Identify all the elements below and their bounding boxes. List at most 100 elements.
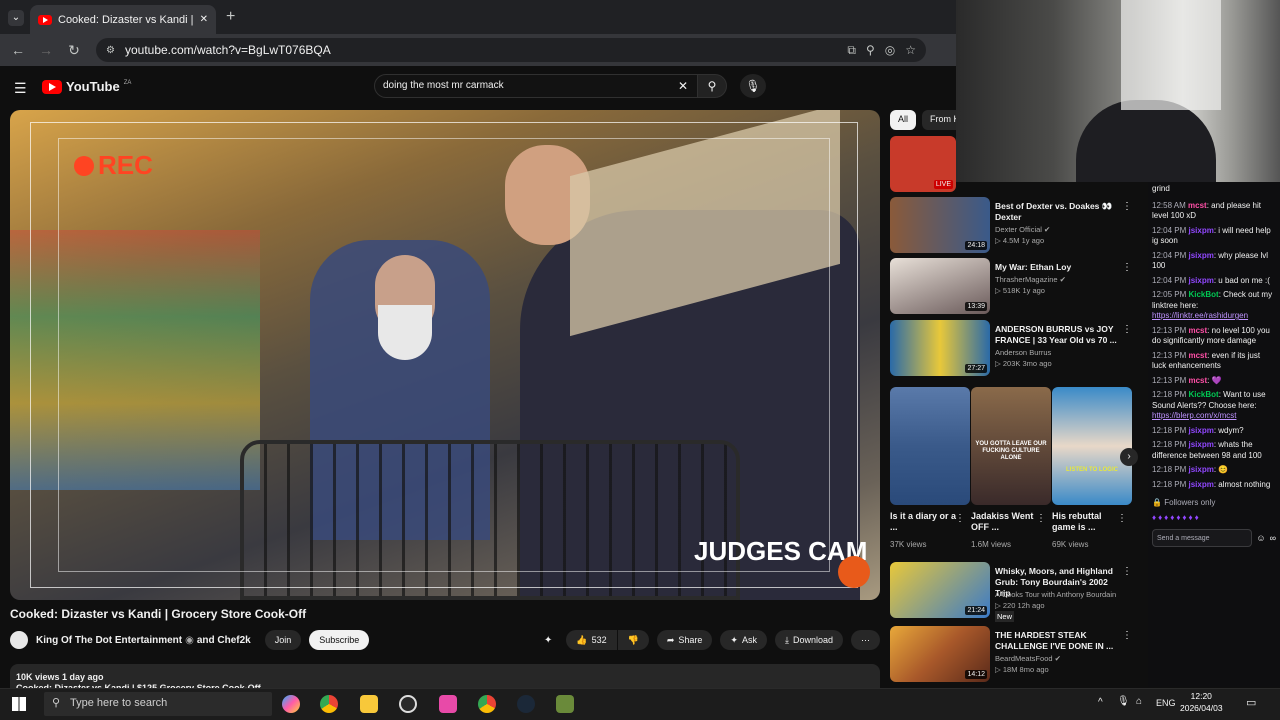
more-options-icon[interactable]: ⋮	[955, 513, 965, 524]
eye-off-icon[interactable]: ◎	[885, 43, 895, 57]
forward-icon[interactable]: →	[38, 42, 54, 58]
short-views: 1.6M views	[971, 540, 1012, 549]
more-options-icon[interactable]: ⋮	[1036, 513, 1046, 524]
chat-timestamp: 12:13 PM	[1152, 375, 1187, 385]
reload-icon[interactable]: ↻	[66, 42, 82, 58]
search-icon: ⚲	[707, 79, 717, 93]
search-button[interactable]: ⚲	[697, 74, 727, 98]
search-clear-button[interactable]: ✕	[678, 79, 688, 93]
recommendation-item[interactable]: 13:39 My War: Ethan Loy ThrasherMagazine…	[890, 258, 1150, 316]
mic-tray-icon[interactable]: 🎙	[1117, 696, 1130, 707]
shorts-next-button[interactable]: ›	[1120, 448, 1138, 466]
chat-link[interactable]: https://linktr.ee/rashidurgen	[1152, 311, 1248, 320]
notifications-icon[interactable]: ▭	[1246, 696, 1256, 709]
chat-username[interactable]: mcst	[1188, 326, 1207, 335]
video-meta: ▷ 220 12h ago	[995, 601, 1045, 610]
subscribe-button[interactable]: Subscribe	[309, 630, 370, 650]
voice-search-button[interactable]: 🎙	[740, 74, 766, 98]
webcam-overlay	[956, 0, 1280, 182]
more-options-icon[interactable]: ⋮	[1117, 513, 1127, 524]
join-button[interactable]: Join	[264, 630, 302, 650]
taskbar-search-placeholder: Type here to search	[70, 697, 168, 709]
more-actions-button[interactable]: ⋯	[851, 630, 880, 650]
rec-label: REC	[98, 150, 153, 180]
video-meta: ▷ 518K 1y ago	[995, 286, 1045, 295]
recommendation-item[interactable]: 21:24 Whisky, Moors, and Highland Grub: …	[890, 562, 1150, 622]
recommendation-item[interactable]: 27:27 ANDERSON BURRUS vs JOY FRANCE | 33…	[890, 320, 1150, 378]
premium-icon[interactable]: ✦	[544, 635, 552, 646]
zoom-icon[interactable]: ⚲	[866, 43, 875, 57]
short-thumbnail[interactable]: YOU GOTTA LEAVE OUR FUCKING CULTURE ALON…	[971, 387, 1051, 505]
chat-username[interactable]: jsixpm	[1188, 226, 1213, 235]
bookmark-star-icon[interactable]: ☆	[905, 43, 916, 57]
youtube-logo[interactable]: YouTube ZA	[42, 79, 131, 94]
new-tab-button[interactable]: +	[226, 8, 235, 26]
short-thumbnail[interactable]: LISTEN TO LOGIC	[1052, 387, 1132, 505]
chat-timestamp: 12:18 PM	[1152, 440, 1187, 449]
search-icon: ⚲	[52, 697, 61, 709]
collab-name[interactable]: and Chef2k	[197, 635, 251, 646]
snipping-tool-icon[interactable]	[439, 695, 457, 713]
more-options-icon[interactable]: ⋮	[1122, 262, 1132, 273]
menu-icon[interactable]: ☰	[14, 80, 27, 97]
tab-search-button[interactable]: ⌄	[8, 10, 24, 26]
live-badge: LIVE	[933, 180, 953, 189]
network-icon[interactable]: ⌂	[1136, 696, 1142, 707]
browser-tab[interactable]: Cooked: Dizaster vs Kandi | ✕	[30, 5, 216, 34]
taskbar-search-input[interactable]: ⚲ Type here to search	[44, 692, 272, 716]
obs-icon[interactable]	[399, 695, 417, 713]
recommendation-item[interactable]: 14:12 THE HARDEST STEAK CHALLENGE I'VE D…	[890, 626, 1150, 684]
short-thumbnail[interactable]	[890, 387, 970, 505]
chat-username[interactable]: jsixpm	[1188, 276, 1213, 285]
ask-button[interactable]: ✦ Ask	[720, 630, 767, 650]
copilot-icon[interactable]	[282, 695, 300, 713]
install-icon[interactable]: ⧉	[847, 43, 856, 58]
share-button[interactable]: ➦ Share	[656, 630, 713, 650]
chat-username[interactable]: KickBot	[1188, 290, 1218, 299]
taskbar-clock[interactable]: 12:20 2026/04/03	[1180, 690, 1223, 714]
chat-timestamp: 12:18 PM	[1152, 479, 1187, 489]
tab-close-icon[interactable]: ✕	[200, 14, 208, 25]
chat-username[interactable]: KickBot	[1188, 390, 1218, 399]
chat-username[interactable]: mcst	[1188, 351, 1207, 360]
chat-username[interactable]: jsixpm	[1188, 440, 1213, 449]
language-indicator[interactable]: ENG	[1156, 698, 1176, 708]
file-explorer-icon[interactable]	[360, 695, 378, 713]
like-button[interactable]: 👍 532	[566, 630, 617, 650]
more-options-icon[interactable]: ⋮	[1122, 201, 1132, 212]
video-player[interactable]	[10, 110, 880, 600]
chat-username[interactable]: mcst	[1188, 376, 1207, 385]
chat-input-placeholder: Send a message	[1157, 535, 1210, 542]
chat-message: 12:18 PM KickBot: Want to use Sound Aler…	[1148, 390, 1280, 422]
chat-username[interactable]: jsixpm	[1188, 426, 1213, 435]
search-input[interactable]: doing the most mr carmack	[374, 74, 698, 98]
steam-icon[interactable]	[517, 695, 535, 713]
windows-start-icon[interactable]	[12, 697, 26, 711]
dislike-button[interactable]: 👎	[617, 630, 649, 650]
back-icon[interactable]: ←	[10, 42, 26, 58]
chat-username[interactable]: mcst	[1188, 201, 1207, 210]
chat-input[interactable]: Send a message	[1152, 529, 1253, 547]
more-options-icon[interactable]: ⋮	[1122, 630, 1132, 641]
emote-picker-icon[interactable]: ☺	[1256, 533, 1265, 544]
chip-all[interactable]: All	[890, 110, 917, 130]
more-options-icon[interactable]: ⋮	[1122, 324, 1132, 335]
chat-settings-icon[interactable]: ∞	[1270, 533, 1276, 544]
more-options-icon[interactable]: ⋮	[1122, 566, 1132, 577]
chrome-icon[interactable]	[320, 695, 338, 713]
chrome-profile-icon[interactable]	[478, 695, 496, 713]
recommendation-item[interactable]: 24:18 Best of Dexter vs. Doakes 👀 Dexter…	[890, 197, 1150, 255]
minecraft-icon[interactable]	[556, 695, 574, 713]
address-bar[interactable]: ⚙ youtube.com/watch?v=BgLwT076BQA ⧉ ⚲ ◎ …	[96, 38, 926, 62]
followers-only-notice: 🔒 Followers only	[1148, 498, 1280, 509]
chat-username[interactable]: jsixpm	[1188, 465, 1213, 474]
download-button[interactable]: ⤓ Download	[774, 630, 843, 650]
chat-link[interactable]: https://blerp.com/x/mcst	[1152, 411, 1236, 420]
chat-timestamp: 12:58 AM	[1152, 200, 1186, 210]
chat-username[interactable]: jsixpm	[1188, 251, 1213, 260]
chat-username[interactable]: jsixpm	[1188, 480, 1213, 489]
channel-avatar[interactable]	[10, 631, 28, 649]
channel-name[interactable]: King Of The Dot Entertainment	[36, 635, 182, 646]
tray-chevron-icon[interactable]: ^	[1098, 697, 1103, 708]
site-info-icon[interactable]: ⚙	[106, 45, 115, 56]
